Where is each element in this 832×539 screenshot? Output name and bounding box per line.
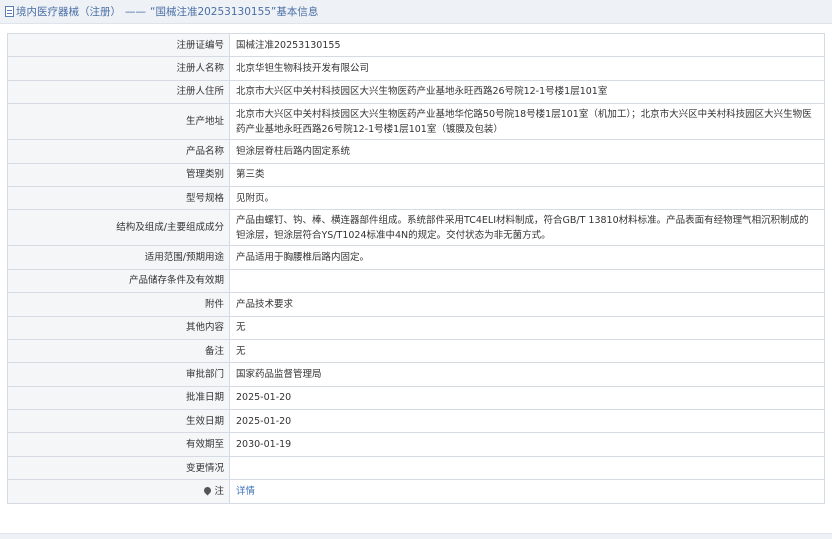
row-attachment: 附件 产品技术要求 — [7, 292, 825, 317]
detail-table-container: 注册证编号 国械注准20253130155 注册人名称 北京华钽生物科技开发有限… — [7, 32, 825, 504]
row-label: 产品名称 — [7, 139, 230, 164]
row-label: 注 — [7, 479, 230, 504]
row-label: 适用范围/预期用途 — [7, 245, 230, 270]
row-value: 2030-01-19 — [229, 432, 825, 457]
row-storage-validity: 产品储存条件及有效期 — [7, 268, 825, 294]
map-pin-icon — [203, 485, 213, 496]
row-value: 详情 — [229, 479, 825, 504]
row-value: 产品技术要求 — [229, 292, 825, 317]
row-value: 北京华钽生物科技开发有限公司 — [229, 56, 825, 81]
row-registrant-address: 注册人住所 北京市大兴区中关村科技园区大兴生物医药产业基地永旺西路26号院12-… — [7, 79, 825, 105]
row-value: 见附页。 — [229, 185, 825, 211]
row-label: 其他内容 — [7, 315, 230, 340]
row-approval-department: 审批部门 国家药品监督管理局 — [7, 362, 825, 387]
details-link[interactable]: 详情 — [236, 486, 255, 497]
header-record-title: “国械注准20253130155”基本信息 — [150, 6, 319, 18]
row-label: 注册证编号 — [7, 32, 230, 58]
row-management-class: 管理类别 第三类 — [7, 162, 825, 187]
row-label: 有效期至 — [7, 432, 230, 457]
row-value: 北京市大兴区中关村科技园区大兴生物医药产业基地华佗路50号院18号楼1层101室… — [229, 103, 825, 141]
row-value: 钽涂层脊柱后路内固定系统 — [229, 139, 825, 164]
row-value: 无 — [229, 338, 825, 364]
row-label: 结构及组成/主要组成成分 — [7, 209, 230, 247]
row-value: 产品适用于胸腰椎后路内固定。 — [229, 245, 825, 270]
row-intended-use: 适用范围/预期用途 产品适用于胸腰椎后路内固定。 — [7, 245, 825, 270]
row-valid-until: 有效期至 2030-01-19 — [7, 432, 825, 457]
document-icon — [5, 6, 14, 17]
row-other-content: 其他内容 无 — [7, 315, 825, 340]
detail-table: 注册证编号 国械注准20253130155 注册人名称 北京华钽生物科技开发有限… — [7, 32, 825, 504]
row-value: 国家药品监督管理局 — [229, 362, 825, 387]
row-label: 产品储存条件及有效期 — [7, 268, 230, 294]
row-label: 注册人名称 — [7, 56, 230, 81]
row-structure-composition: 结构及组成/主要组成成分 产品由螺钉、钩、棒、横连器部件组成。系统部件采用TC4… — [7, 209, 825, 247]
note-label: 注 — [214, 485, 224, 497]
row-value — [229, 455, 825, 481]
row-label: 批准日期 — [7, 385, 230, 411]
row-change-status: 变更情况 — [7, 455, 825, 481]
row-label: 管理类别 — [7, 162, 230, 187]
row-value: 产品由螺钉、钩、棒、横连器部件组成。系统部件采用TC4ELI材料制成，符合GB/… — [229, 209, 825, 247]
row-production-address: 生产地址 北京市大兴区中关村科技园区大兴生物医药产业基地华佗路50号院18号楼1… — [7, 103, 825, 141]
row-value: 第三类 — [229, 162, 825, 187]
row-value: 无 — [229, 315, 825, 340]
row-note: 注 详情 — [7, 479, 825, 504]
footer-strip — [0, 533, 832, 539]
row-registration-number: 注册证编号 国械注准20253130155 — [7, 32, 825, 58]
row-effective-date: 生效日期 2025-01-20 — [7, 409, 825, 434]
row-approval-date: 批准日期 2025-01-20 — [7, 385, 825, 411]
row-value — [229, 268, 825, 294]
row-label: 附件 — [7, 292, 230, 317]
row-label: 审批部门 — [7, 362, 230, 387]
row-product-name: 产品名称 钽涂层脊柱后路内固定系统 — [7, 139, 825, 164]
row-value: 国械注准20253130155 — [229, 32, 825, 58]
page-header: 境内医疗器械（注册） —— “国械注准20253130155”基本信息 — [0, 0, 832, 24]
row-label: 生效日期 — [7, 409, 230, 434]
row-label: 备注 — [7, 338, 230, 364]
row-model-spec: 型号规格 见附页。 — [7, 185, 825, 211]
row-registrant-name: 注册人名称 北京华钽生物科技开发有限公司 — [7, 56, 825, 81]
row-label: 注册人住所 — [7, 79, 230, 105]
row-value: 2025-01-20 — [229, 385, 825, 411]
row-value: 北京市大兴区中关村科技园区大兴生物医药产业基地永旺西路26号院12-1号楼1层1… — [229, 79, 825, 105]
header-category: 境内医疗器械（注册） — [16, 6, 121, 18]
row-label: 生产地址 — [7, 103, 230, 141]
header-separator: —— — [125, 5, 146, 18]
row-label: 变更情况 — [7, 455, 230, 481]
row-remarks: 备注 无 — [7, 338, 825, 364]
row-value: 2025-01-20 — [229, 409, 825, 434]
row-label: 型号规格 — [7, 185, 230, 211]
